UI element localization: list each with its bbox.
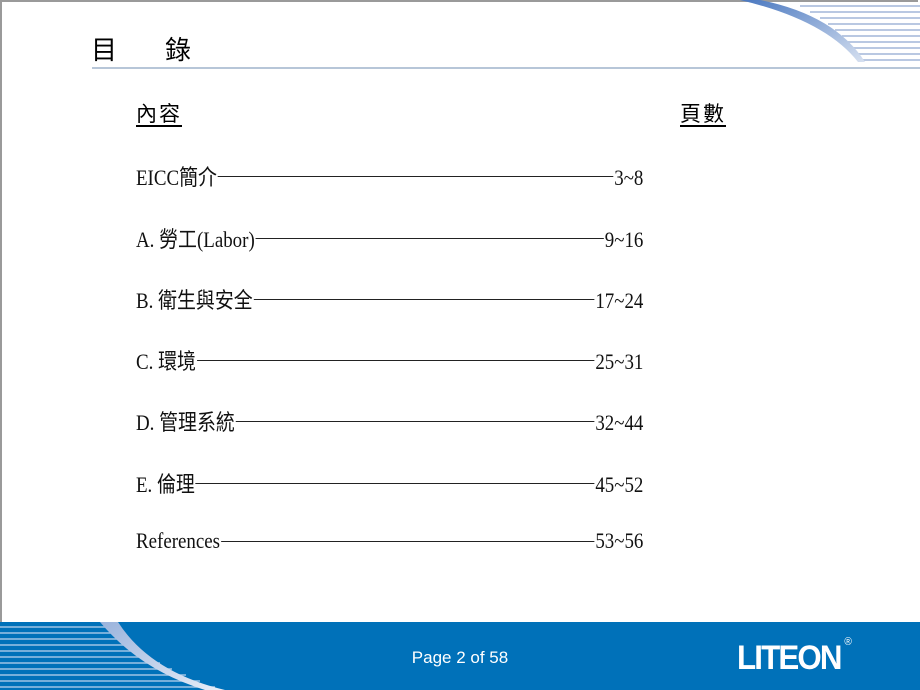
dot-leader (255, 237, 604, 241)
toc-label: C. 環境 (136, 349, 196, 374)
toc-pages: 45~52 (595, 472, 644, 497)
slide-title: 目錄 (91, 30, 191, 67)
toc-pages: 53~56 (595, 528, 644, 553)
top-right-decoration (740, 0, 920, 62)
pages-column-header: 頁數 (680, 102, 726, 126)
toc-row: A. 勞工(Labor) 9~16 (136, 222, 643, 254)
toc-label: B. 衛生與安全 (136, 288, 253, 313)
dot-leader (220, 540, 595, 544)
dot-leader (235, 420, 595, 424)
toc-row: EICC簡介 3~8 (136, 160, 643, 192)
toc-pages: 17~24 (595, 288, 644, 313)
toc-label: A. 勞工(Labor) (136, 227, 255, 252)
registered-mark-icon: ® (844, 635, 852, 648)
toc-pages: 32~44 (595, 410, 644, 435)
toc-row: E. 倫理 45~52 (136, 467, 643, 499)
dot-leader (196, 359, 595, 363)
toc-label: E. 倫理 (136, 472, 195, 497)
content-column-header: 內容 (136, 102, 182, 126)
table-of-contents: 內容 頁數 EICC簡介 3~8 A. 勞工(Labor) 9~16 B. 衛生… (136, 98, 726, 553)
toc-pages: 9~16 (604, 227, 644, 252)
toc-header: 內容 頁數 (136, 98, 726, 130)
title-divider (92, 67, 920, 69)
title-char-1: 目 (91, 36, 118, 66)
dot-leader (253, 298, 595, 302)
liteon-logo: LITEON ® (737, 635, 852, 678)
toc-label: D. 管理系統 (136, 410, 235, 435)
toc-row: B. 衛生與安全 17~24 (136, 283, 643, 315)
toc-row: D. 管理系統 32~44 (136, 405, 643, 437)
toc-row: C. 環境 25~31 (136, 344, 643, 376)
dot-leader (217, 175, 614, 179)
toc-label: References (136, 528, 221, 553)
logo-text: LITEON (737, 639, 842, 677)
toc-row: References 53~56 (136, 528, 643, 554)
toc-pages: 25~31 (595, 349, 644, 374)
toc-label: EICC簡介 (136, 165, 217, 190)
title-char-2: 錄 (165, 36, 192, 66)
dot-leader (195, 482, 595, 486)
toc-pages: 3~8 (614, 165, 644, 190)
